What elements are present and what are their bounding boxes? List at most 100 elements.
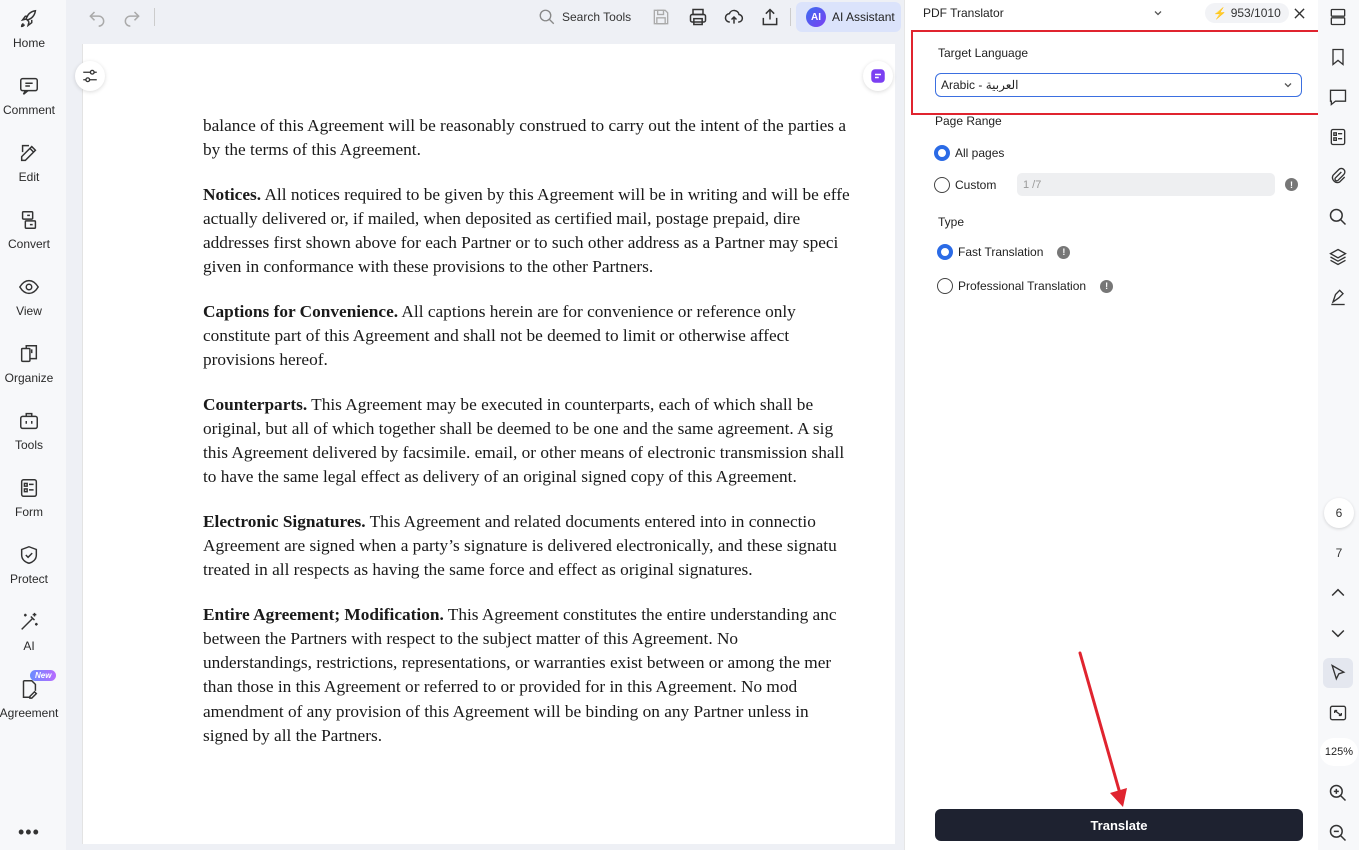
line-text: treated in all respects as having the sa… xyxy=(203,560,753,580)
pdf-translator-panel: PDF Translator ⚡ 953/1010 Target Languag… xyxy=(904,0,1326,850)
professional-translation-option[interactable]: Professional Translation ! xyxy=(937,278,1114,294)
line-text: actually delivered or, if mailed, when d… xyxy=(203,208,801,228)
info-icon[interactable]: ! xyxy=(1057,245,1071,259)
page-number-next[interactable]: 7 xyxy=(1324,538,1354,568)
cloud-upload-icon xyxy=(724,9,744,24)
radio-button[interactable] xyxy=(937,278,953,294)
sidebar-item-label: Protect xyxy=(9,572,48,586)
next-page-button[interactable] xyxy=(1327,622,1349,644)
paperclip-icon xyxy=(1331,167,1346,184)
sidebar-item-view[interactable]: View xyxy=(0,270,58,330)
document-line: actually delivered or, if mailed, when d… xyxy=(203,207,895,231)
line-text: All notices required to be given by this… xyxy=(261,184,850,204)
section-heading: Notices. xyxy=(203,184,262,204)
save-button[interactable] xyxy=(650,6,672,28)
line-text: balance of this Agreement will be reason… xyxy=(203,116,847,135)
document-paragraph: Notices. All notices required to be give… xyxy=(203,183,895,280)
top-toolbar: Search Tools AI AI Assistant xyxy=(66,0,904,34)
search-icon xyxy=(1329,208,1347,226)
chevron-down-icon xyxy=(1284,83,1292,88)
ai-assistant-button[interactable]: AI AI Assistant xyxy=(796,2,901,32)
select-tool-button[interactable] xyxy=(1323,658,1353,688)
close-panel-button[interactable] xyxy=(1290,4,1308,22)
line-text: constitute part of this Agreement and sh… xyxy=(203,326,790,346)
fit-page-button[interactable] xyxy=(1327,702,1349,724)
sidebar-item-agreement[interactable]: Agreement New xyxy=(0,670,58,732)
zoom-out-button[interactable] xyxy=(1327,822,1349,844)
ai-note-button[interactable] xyxy=(863,61,893,91)
custom-range-input[interactable]: 1 /7 xyxy=(1017,173,1275,196)
sidebar-item-tools[interactable]: Tools xyxy=(0,404,58,464)
chevron-up-icon xyxy=(1331,588,1345,597)
fit-screen-icon xyxy=(1329,705,1347,721)
display-settings-button[interactable] xyxy=(75,61,105,91)
sidebar-item-home[interactable]: Home xyxy=(0,2,58,62)
target-language-select[interactable]: Arabic - العربية xyxy=(935,73,1302,97)
translate-button[interactable]: Translate xyxy=(935,809,1303,841)
document-line: Counterparts. This Agreement may be exec… xyxy=(203,393,895,417)
layers-icon xyxy=(1329,248,1347,266)
search-tools[interactable]: Search Tools xyxy=(538,6,631,28)
undo-icon xyxy=(89,11,105,27)
radio-button[interactable] xyxy=(934,177,950,193)
sidebar-item-form[interactable]: Form xyxy=(0,471,58,531)
sidebar-item-comment[interactable]: Comment xyxy=(0,69,58,129)
redo-button[interactable] xyxy=(121,6,143,28)
radio-button[interactable] xyxy=(937,244,953,260)
zoom-in-button[interactable] xyxy=(1327,782,1349,804)
fast-translation-option[interactable]: Fast Translation ! xyxy=(937,244,1071,260)
more-menu-icon[interactable]: ••• xyxy=(18,822,40,843)
target-language-label: Target Language xyxy=(938,46,1029,60)
sidebar-item-label: Organize xyxy=(4,371,54,385)
document-line: Entire Agreement; Modification. This Agr… xyxy=(203,603,895,627)
toolbar-divider xyxy=(154,8,155,26)
panel-tool-select[interactable]: PDF Translator xyxy=(923,2,1173,24)
cloud-upload-button[interactable] xyxy=(723,6,745,28)
page-number-current[interactable]: 6 xyxy=(1324,498,1354,528)
page-layout-button[interactable] xyxy=(1327,6,1349,28)
line-text: This Agreement constitutes the entire un… xyxy=(443,604,837,624)
section-heading: Captions for Convenience. xyxy=(203,301,399,321)
pdf-page: balance of this Agreement will be reason… xyxy=(82,44,895,844)
sidebar-item-label: Home xyxy=(12,36,45,50)
search-button[interactable] xyxy=(1327,206,1349,228)
sidebar-item-organize[interactable]: Organize xyxy=(0,337,58,397)
credits-badge: ⚡ 953/1010 xyxy=(1205,3,1289,23)
attachments-button[interactable] xyxy=(1327,166,1349,188)
info-icon[interactable]: ! xyxy=(1285,178,1298,191)
sidebar-item-label: Comment xyxy=(2,103,55,117)
bookmark-button[interactable] xyxy=(1327,46,1349,68)
cursor-icon xyxy=(1331,664,1346,681)
eye-icon xyxy=(18,279,40,295)
undo-button[interactable] xyxy=(86,6,108,28)
sidebar-item-protect[interactable]: Protect xyxy=(0,538,58,598)
print-button[interactable] xyxy=(687,6,709,28)
toolbar-divider xyxy=(790,8,791,26)
signature-button[interactable] xyxy=(1327,286,1349,308)
custom-range-option[interactable]: Custom xyxy=(934,177,996,193)
form-fields-button[interactable] xyxy=(1327,126,1349,148)
document-line: provisions hereof. xyxy=(203,348,895,372)
document-line: original, but all of which together shal… xyxy=(203,417,895,441)
radio-button[interactable] xyxy=(934,145,950,161)
comments-button[interactable] xyxy=(1327,86,1349,108)
panel-header: PDF Translator ⚡ 953/1010 xyxy=(905,0,1319,28)
share-button[interactable] xyxy=(759,6,781,28)
page-range-label: Page Range xyxy=(935,114,1002,128)
zoom-level[interactable]: 125% xyxy=(1320,738,1358,766)
line-text: original, but all of which together shal… xyxy=(203,418,834,438)
info-icon[interactable]: ! xyxy=(1100,279,1114,293)
sidebar-item-ai[interactable]: AI xyxy=(0,605,58,665)
sidebar-item-edit[interactable]: Edit xyxy=(0,136,58,196)
form-icon xyxy=(1330,128,1346,146)
right-tool-strip: 6 7 125% xyxy=(1318,0,1359,850)
sidebar-item-convert[interactable]: Convert xyxy=(0,203,58,263)
fast-translation-label: Fast Translation xyxy=(958,245,1044,259)
layers-button[interactable] xyxy=(1327,246,1349,268)
sidebar-item-label: Edit xyxy=(18,170,40,184)
line-text: addresses first shown above for each Par… xyxy=(203,233,839,253)
sidebar-item-label: View xyxy=(16,304,42,318)
previous-page-button[interactable] xyxy=(1327,582,1349,604)
chevron-down-icon xyxy=(1331,629,1345,638)
all-pages-option[interactable]: All pages xyxy=(934,145,1004,161)
